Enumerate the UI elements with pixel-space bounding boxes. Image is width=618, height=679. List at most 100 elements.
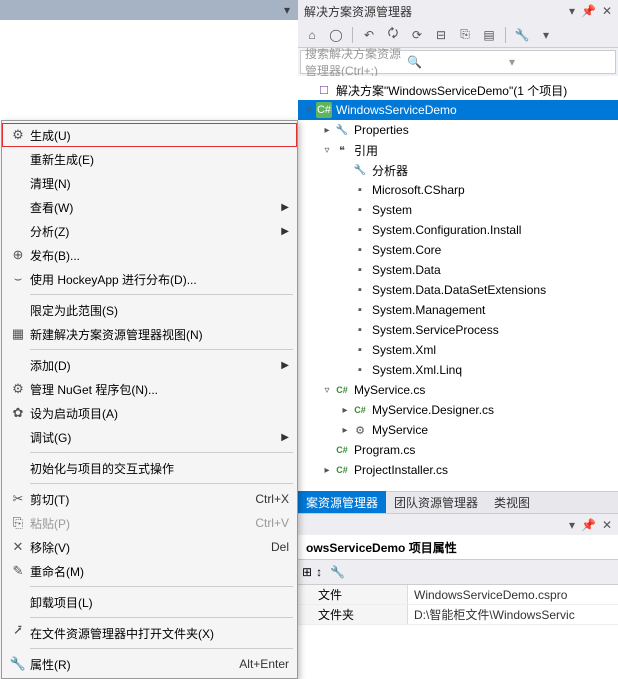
menu-item[interactable]: 调试(G)▶: [2, 425, 297, 449]
property-row[interactable]: 文件夹D:\智能柜文件\WindowsServic: [298, 605, 618, 625]
tree-row[interactable]: ▸ProjectInstaller.cs: [298, 460, 618, 480]
panel-tab[interactable]: 团队资源管理器: [386, 491, 486, 514]
search-placeholder: 搜索解决方案资源管理器(Ctrl+;): [305, 45, 407, 79]
nav-back-icon[interactable]: ↶: [359, 25, 379, 45]
menu-icon: ▦: [6, 326, 30, 342]
menu-separator: [30, 349, 293, 350]
expander-icon[interactable]: ▸: [338, 405, 352, 416]
menu-item[interactable]: ✕移除(V)Del: [2, 535, 297, 559]
sort-icon[interactable]: ↕: [316, 565, 322, 579]
categorize-icon[interactable]: ⊞: [302, 565, 312, 579]
menu-label: 限定为此范围(S): [30, 302, 289, 319]
tree-row[interactable]: System.Management: [298, 300, 618, 320]
menu-item[interactable]: 重新生成(E): [2, 147, 297, 171]
menu-item[interactable]: ✎重命名(M): [2, 559, 297, 583]
dropdown-icon[interactable]: ▾: [509, 55, 611, 69]
menu-item[interactable]: ▦新建解决方案资源管理器视图(N): [2, 322, 297, 346]
expander-icon[interactable]: ▿: [302, 105, 316, 116]
pin-icon[interactable]: 📌: [581, 4, 596, 18]
menu-label: 清理(N): [30, 175, 289, 192]
menu-separator: [30, 586, 293, 587]
tree-row[interactable]: ▸MyService.Designer.cs: [298, 400, 618, 420]
separator: [505, 27, 506, 43]
close-icon[interactable]: ✕: [602, 518, 612, 532]
menu-item[interactable]: ⚙管理 NuGet 程序包(N)...: [2, 377, 297, 401]
expander-icon[interactable]: ▿: [320, 145, 334, 156]
node-label: Program.cs: [354, 443, 415, 457]
menu-separator: [30, 483, 293, 484]
wrench-icon[interactable]: 🔧: [330, 565, 345, 579]
tree-row[interactable]: System.Xml: [298, 340, 618, 360]
node-icon: [352, 282, 368, 298]
tree-row[interactable]: System.ServiceProcess: [298, 320, 618, 340]
home-icon[interactable]: ⌂: [302, 25, 322, 45]
property-value[interactable]: WindowsServiceDemo.cspro: [408, 585, 618, 604]
property-row[interactable]: 文件WindowsServiceDemo.cspro: [298, 585, 618, 605]
sync-icon[interactable]: ⟳: [407, 25, 427, 45]
node-label: System: [372, 203, 412, 217]
copy-icon[interactable]: ⎘: [455, 25, 475, 45]
properties-icon[interactable]: 🔧: [512, 25, 532, 45]
properties-grid: 文件WindowsServiceDemo.cspro文件夹D:\智能柜文件\Wi…: [298, 585, 618, 625]
tree-row[interactable]: System.Data: [298, 260, 618, 280]
dropdown-arrow-icon[interactable]: ▾: [284, 3, 290, 17]
menu-label: 发布(B)...: [30, 247, 289, 264]
menu-item[interactable]: ✂剪切(T)Ctrl+X: [2, 487, 297, 511]
tree-row[interactable]: ▿引用: [298, 140, 618, 160]
tree-row[interactable]: System.Configuration.Install: [298, 220, 618, 240]
menu-item[interactable]: ⚙生成(U): [2, 123, 297, 147]
expander-icon[interactable]: ▿: [320, 385, 334, 396]
menu-item[interactable]: 初始化与项目的交互式操作: [2, 456, 297, 480]
menu-item[interactable]: 查看(W)▶: [2, 195, 297, 219]
menu-item[interactable]: 清理(N): [2, 171, 297, 195]
menu-icon: ⚙: [6, 381, 30, 397]
tree-row[interactable]: Microsoft.CSharp: [298, 180, 618, 200]
menu-label: 调试(G): [30, 429, 277, 446]
dropdown-icon[interactable]: ▾: [536, 25, 556, 45]
tree-row[interactable]: 分析器: [298, 160, 618, 180]
menu-item[interactable]: ✿设为启动项目(A): [2, 401, 297, 425]
showall-icon[interactable]: ▤: [479, 25, 499, 45]
dropdown-icon[interactable]: ▾: [569, 518, 575, 532]
solution-tree[interactable]: 解决方案"WindowsServiceDemo"(1 个项目)▿C#Window…: [298, 76, 618, 491]
editor-toolbar: ▾: [0, 0, 298, 20]
tree-row[interactable]: ▸MyService: [298, 420, 618, 440]
tree-row[interactable]: ▿MyService.cs: [298, 380, 618, 400]
tree-row[interactable]: Program.cs: [298, 440, 618, 460]
tree-row[interactable]: ▸ Properties: [298, 120, 618, 140]
expander-icon[interactable]: ▸: [320, 465, 334, 476]
menu-item[interactable]: ⌣使用 HockeyApp 进行分布(D)...: [2, 267, 297, 291]
panel-tab[interactable]: 类视图: [486, 491, 538, 514]
pin-icon[interactable]: 📌: [581, 518, 596, 532]
menu-item[interactable]: 分析(Z)▶: [2, 219, 297, 243]
close-icon[interactable]: ✕: [602, 4, 612, 18]
menu-item[interactable]: 限定为此范围(S): [2, 298, 297, 322]
menu-icon: ✕: [6, 539, 30, 555]
node-label: Properties: [354, 123, 409, 137]
tree-row[interactable]: System.Xml.Linq: [298, 360, 618, 380]
menu-icon: ✎: [6, 563, 30, 579]
menu-item[interactable]: ⊕发布(B)...: [2, 243, 297, 267]
menu-label: 卸载项目(L): [30, 594, 289, 611]
panel-tab[interactable]: 案资源管理器: [298, 491, 386, 514]
tree-row[interactable]: System: [298, 200, 618, 220]
search-input[interactable]: 搜索解决方案资源管理器(Ctrl+;) 🔍 ▾: [300, 50, 616, 74]
tree-row[interactable]: ▿C#WindowsServiceDemo: [298, 100, 618, 120]
back-icon[interactable]: ◯: [326, 25, 346, 45]
menu-item[interactable]: 卸载项目(L): [2, 590, 297, 614]
collapse-icon[interactable]: ⊟: [431, 25, 451, 45]
tree-row[interactable]: 解决方案"WindowsServiceDemo"(1 个项目): [298, 80, 618, 100]
refresh-icon[interactable]: 🗘: [383, 25, 403, 45]
tree-row[interactable]: System.Core: [298, 240, 618, 260]
tree-row[interactable]: System.Data.DataSetExtensions: [298, 280, 618, 300]
menu-icon: ⚙: [6, 127, 30, 143]
menu-item[interactable]: 添加(D)▶: [2, 353, 297, 377]
expander-icon[interactable]: ▸: [338, 425, 352, 436]
dropdown-icon[interactable]: ▾: [569, 4, 575, 18]
node-label: System.Management: [372, 303, 485, 317]
node-icon: [352, 242, 368, 258]
property-value[interactable]: D:\智能柜文件\WindowsServic: [408, 605, 618, 624]
expander-icon[interactable]: ▸: [320, 125, 334, 136]
menu-label: 添加(D): [30, 357, 277, 374]
menu-item[interactable]: 🔧属性(R)Alt+Enter: [2, 652, 297, 676]
